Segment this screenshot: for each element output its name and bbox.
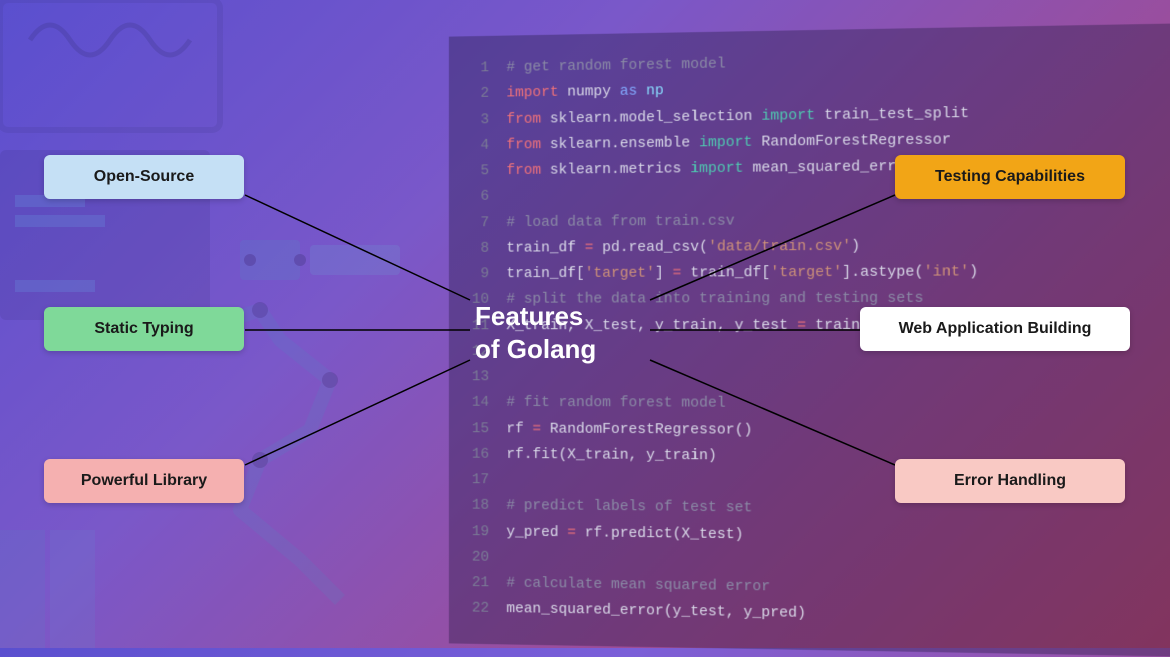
title-line1: Features: [475, 300, 596, 333]
feature-testing-capabilities: Testing Capabilities: [895, 155, 1125, 199]
feature-static-typing: Static Typing: [44, 307, 244, 351]
feature-error-handling: Error Handling: [895, 459, 1125, 503]
feature-web-application-building: Web Application Building: [860, 307, 1130, 351]
diagram-center-title: Features of Golang: [475, 300, 596, 365]
feature-powerful-library: Powerful Library: [44, 459, 244, 503]
feature-open-source: Open-Source: [44, 155, 244, 199]
title-line2: of Golang: [475, 333, 596, 366]
